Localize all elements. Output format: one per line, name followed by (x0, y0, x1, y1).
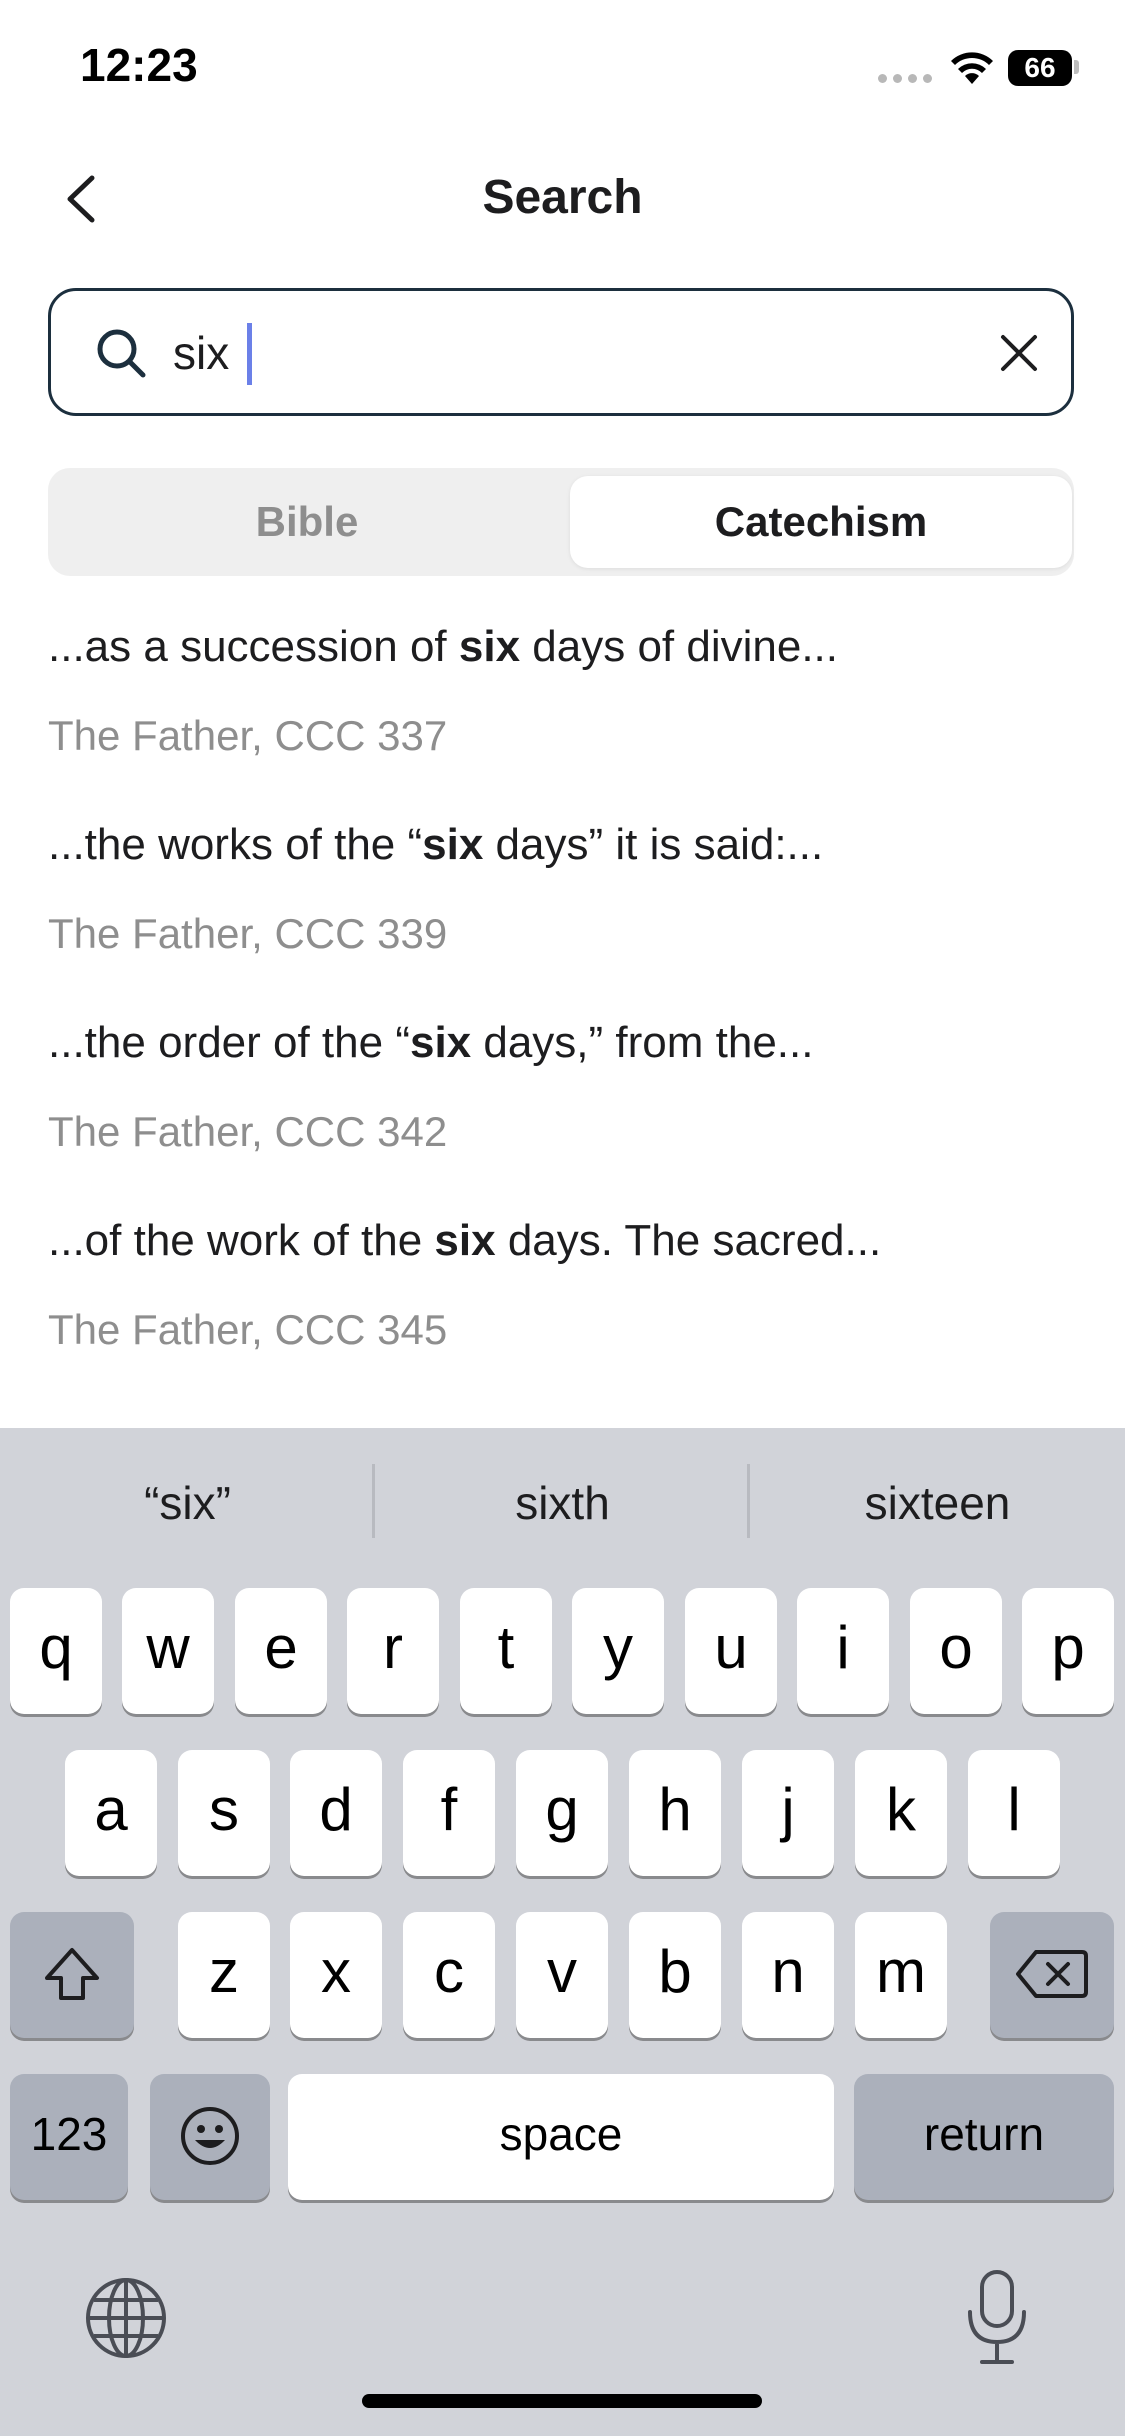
key-f[interactable]: f (403, 1750, 495, 1876)
home-indicator (362, 2394, 762, 2408)
results-list: ...as a succession of six days of divine… (48, 600, 1078, 1392)
key-n[interactable]: n (742, 1912, 834, 2038)
result-snippet: ...the works of the “six days” it is sai… (48, 820, 824, 869)
delete-icon (1016, 1950, 1088, 1998)
matched-term: six (422, 820, 484, 869)
key-u[interactable]: u (685, 1588, 777, 1714)
result-source: The Father, CCC 337 (48, 712, 448, 759)
globe-icon[interactable] (84, 2276, 168, 2360)
key-c[interactable]: c (403, 1912, 495, 2038)
nav-bar: Search (0, 150, 1125, 250)
result-item[interactable]: ...as a succession of six days of divine… (48, 600, 1078, 798)
key-z[interactable]: z (178, 1912, 270, 2038)
result-source: The Father, CCC 342 (48, 1108, 448, 1155)
key-i[interactable]: i (797, 1588, 889, 1714)
key-s[interactable]: s (178, 1750, 270, 1876)
result-snippet: ...as a succession of six days of divine… (48, 622, 838, 671)
result-item[interactable]: ...the works of the “six days” it is sai… (48, 798, 1078, 996)
keyboard: “six” sixth sixteen q w e r t y u i o p … (0, 1428, 1125, 2436)
key-y[interactable]: y (572, 1588, 664, 1714)
key-k[interactable]: k (855, 1750, 947, 1876)
battery-icon: 66 (1008, 50, 1072, 86)
key-r[interactable]: r (347, 1588, 439, 1714)
key-o[interactable]: o (910, 1588, 1002, 1714)
shift-icon (45, 1948, 99, 2000)
suggestion-3[interactable]: sixteen (750, 1428, 1125, 1578)
key-m[interactable]: m (855, 1912, 947, 2038)
key-a[interactable]: a (65, 1750, 157, 1876)
key-p[interactable]: p (1022, 1588, 1114, 1714)
search-icon (97, 329, 146, 378)
status-bar: 12:23 66 (0, 0, 1125, 140)
key-t[interactable]: t (460, 1588, 552, 1714)
matched-term: six (409, 1018, 472, 1067)
matched-term: six (458, 622, 521, 671)
scope-segmented-control: Bible Catechism (48, 468, 1074, 576)
search-field[interactable] (48, 288, 1074, 416)
wifi-icon (951, 52, 993, 84)
page-title: Search (482, 171, 643, 224)
numbers-key[interactable]: 123 (10, 2074, 128, 2200)
emoji-key[interactable] (150, 2074, 270, 2200)
key-h[interactable]: h (629, 1750, 721, 1876)
search-input[interactable] (173, 317, 933, 389)
key-x[interactable]: x (290, 1912, 382, 2038)
key-v[interactable]: v (516, 1912, 608, 2038)
result-source: The Father, CCC 339 (48, 910, 448, 957)
emoji-icon (181, 2107, 239, 2165)
key-q[interactable]: q (10, 1588, 102, 1714)
space-key[interactable]: space (288, 2074, 834, 2200)
text-caret (247, 323, 252, 385)
key-w[interactable]: w (122, 1588, 214, 1714)
clear-icon[interactable] (991, 325, 1047, 381)
result-item[interactable]: ...of the work of the six days. The sacr… (48, 1194, 1078, 1392)
cellular-signal-icon (878, 74, 934, 88)
key-d[interactable]: d (290, 1750, 382, 1876)
key-l[interactable]: l (968, 1750, 1060, 1876)
matched-term: six (434, 1216, 496, 1265)
delete-key[interactable] (990, 1912, 1114, 2038)
key-e[interactable]: e (235, 1588, 327, 1714)
result-source: The Father, CCC 345 (48, 1306, 448, 1353)
shift-key[interactable] (10, 1912, 134, 2038)
key-j[interactable]: j (742, 1750, 834, 1876)
key-b[interactable]: b (629, 1912, 721, 2038)
microphone-icon[interactable] (962, 2268, 1032, 2368)
result-snippet: ...of the work of the six days. The sacr… (48, 1216, 882, 1265)
battery-cap (1074, 60, 1079, 74)
result-item[interactable]: ...the order of the “six days,” from the… (48, 996, 1078, 1194)
segment-catechism[interactable]: Catechism (570, 476, 1072, 568)
suggestion-1[interactable]: “six” (0, 1428, 375, 1578)
key-g[interactable]: g (516, 1750, 608, 1876)
suggestion-2[interactable]: sixth (375, 1428, 750, 1578)
return-key[interactable]: return (854, 2074, 1114, 2200)
result-snippet: ...the order of the “six days,” from the… (48, 1018, 814, 1067)
status-time: 12:23 (80, 39, 198, 91)
segment-bible[interactable]: Bible (56, 476, 558, 568)
